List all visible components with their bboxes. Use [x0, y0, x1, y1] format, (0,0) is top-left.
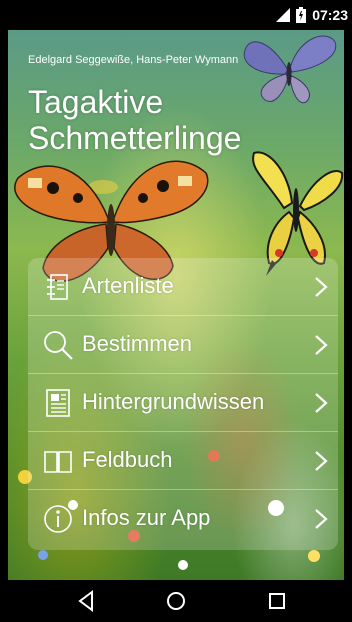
app-title: Tagaktive Schmetterlinge — [28, 84, 241, 156]
flower-decoration — [38, 550, 48, 560]
blue-butterfly-illustration — [243, 35, 337, 104]
home-icon[interactable] — [163, 588, 189, 614]
battery-icon — [296, 7, 307, 23]
phone-screen: 07:23 Edelgard Seggewiße, Hans-Peter Wym… — [0, 0, 352, 622]
app-content: Edelgard Seggewiße, Hans-Peter Wymann Ta… — [8, 30, 344, 580]
flower-decoration — [308, 550, 320, 562]
app-title-line-2: Schmetterlinge — [28, 120, 242, 156]
book-icon — [44, 451, 72, 473]
navigation-bar — [0, 580, 352, 622]
authors-line: Edelgard Seggewiße, Hans-Peter Wymann — [28, 54, 239, 66]
back-icon[interactable] — [74, 588, 100, 614]
chevron-right-icon — [315, 509, 328, 529]
menu-item-label: Hintergrundwissen — [82, 389, 265, 414]
menu-item-hintergrundwissen[interactable]: Hintergrundwissen — [28, 374, 338, 432]
menu-item-label: Bestimmen — [82, 331, 193, 356]
main-menu: Artenliste Bestimmen Hintergrundwissen F… — [28, 258, 338, 550]
menu-item-label: Infos zur App — [82, 505, 211, 530]
recents-icon[interactable] — [264, 588, 290, 614]
info-icon — [44, 505, 72, 533]
signal-icon — [276, 8, 291, 22]
app-title-line-1: Tagaktive — [28, 84, 164, 120]
status-bar: 07:23 — [0, 0, 352, 30]
chevron-right-icon — [315, 451, 328, 471]
chevron-right-icon — [315, 393, 328, 413]
chevron-right-icon — [315, 335, 328, 355]
chevron-right-icon — [315, 277, 328, 297]
clock: 07:23 — [312, 7, 348, 23]
search-icon — [44, 331, 73, 360]
status-icons: 07:23 — [276, 0, 348, 30]
menu-item-label: Feldbuch — [82, 447, 173, 472]
menu-item-label: Artenliste — [82, 273, 174, 298]
menu-item-artenliste[interactable]: Artenliste — [28, 258, 338, 316]
menu-item-feldbuch[interactable]: Feldbuch — [28, 432, 338, 490]
menu-item-infos-zur-app[interactable]: Infos zur App — [28, 490, 338, 548]
flower-decoration — [178, 560, 188, 570]
document-icon — [46, 389, 70, 417]
menu-item-bestimmen[interactable]: Bestimmen — [28, 316, 338, 374]
species-list-icon — [47, 274, 68, 300]
